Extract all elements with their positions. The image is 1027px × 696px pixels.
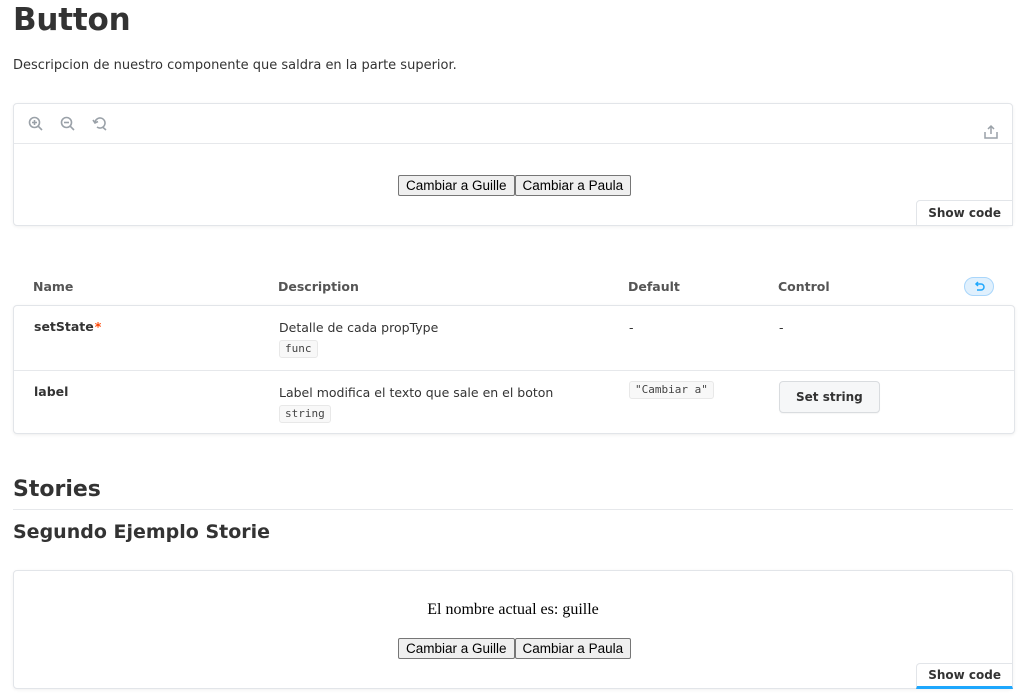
arg-default: - bbox=[629, 320, 634, 335]
arg-control: - bbox=[779, 320, 784, 335]
args-table-header: Name Description Default Control bbox=[13, 270, 1015, 304]
arg-description: Detalle de cada propType bbox=[279, 320, 439, 335]
arg-name: label bbox=[34, 384, 69, 399]
zoom-in-icon[interactable] bbox=[27, 115, 45, 133]
show-code-button[interactable]: Show code bbox=[916, 663, 1013, 689]
story-title: Segundo Ejemplo Storie bbox=[13, 521, 271, 543]
story-button-group: Cambiar a Guille Cambiar a Paula bbox=[398, 638, 632, 659]
zoom-reset-icon[interactable] bbox=[91, 115, 109, 133]
args-table-body: setState* Detalle de cada propType func … bbox=[13, 305, 1015, 434]
cambiar-a-guille-button[interactable]: Cambiar a Guille bbox=[398, 638, 515, 659]
header-description: Description bbox=[278, 279, 359, 294]
page-description: Descripcion de nuestro componente que sa… bbox=[13, 58, 457, 73]
cambiar-a-guille-button[interactable]: Cambiar a Guille bbox=[398, 175, 515, 196]
canvas-preview: Cambiar a Guille Cambiar a Paula Show co… bbox=[13, 103, 1013, 226]
header-name: Name bbox=[33, 279, 74, 294]
header-default: Default bbox=[628, 279, 680, 294]
arg-name: setState* bbox=[34, 319, 101, 334]
table-row: label Label modifica el texto que sale e… bbox=[14, 370, 1014, 434]
arg-description: Label modifica el texto que sale en el b… bbox=[279, 385, 554, 400]
required-marker: * bbox=[94, 319, 102, 334]
arg-default: "Cambiar a" bbox=[629, 381, 714, 399]
preview-button-group: Cambiar a Guille Cambiar a Paula bbox=[398, 175, 632, 196]
arg-name-text: setState bbox=[34, 319, 94, 334]
arg-type: string bbox=[279, 405, 331, 423]
set-string-button[interactable]: Set string bbox=[779, 381, 880, 413]
cambiar-a-paula-button[interactable]: Cambiar a Paula bbox=[514, 638, 632, 659]
table-row: setState* Detalle de cada propType func … bbox=[14, 306, 1014, 370]
reset-controls-button[interactable] bbox=[964, 277, 994, 296]
show-code-button[interactable]: Show code bbox=[916, 200, 1013, 226]
preview-toolbar bbox=[14, 104, 1012, 144]
cambiar-a-paula-button[interactable]: Cambiar a Paula bbox=[514, 175, 632, 196]
page-title: Button bbox=[13, 2, 131, 38]
story-text: El nombre actual es: guille bbox=[427, 601, 599, 618]
arg-type: func bbox=[279, 340, 318, 358]
header-control: Control bbox=[778, 279, 830, 294]
divider bbox=[13, 509, 1013, 510]
zoom-out-icon[interactable] bbox=[59, 115, 77, 133]
share-icon[interactable] bbox=[982, 123, 1000, 141]
undo-icon bbox=[974, 280, 985, 291]
story-preview: El nombre actual es: guille Cambiar a Gu… bbox=[13, 570, 1013, 689]
stories-heading: Stories bbox=[13, 477, 101, 502]
